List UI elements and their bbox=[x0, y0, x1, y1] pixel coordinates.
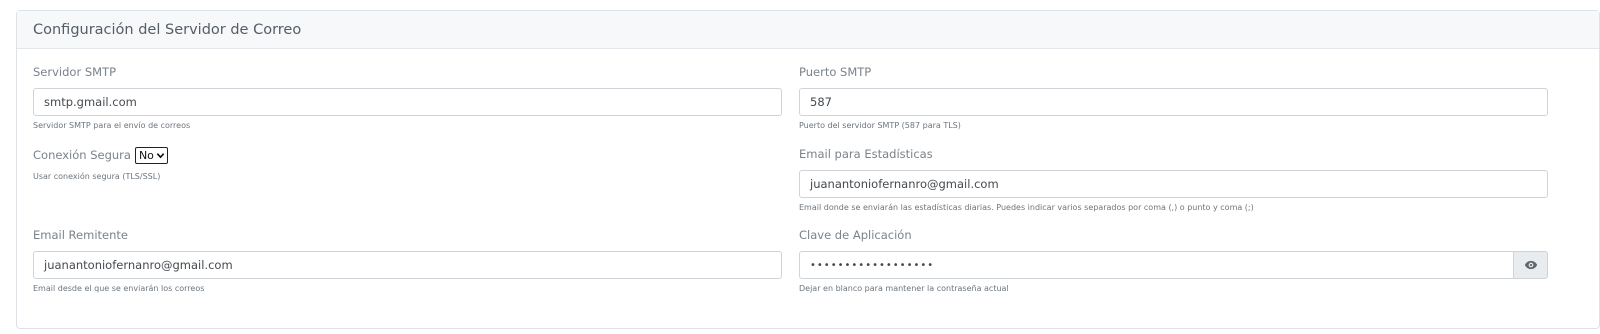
stats-email-input[interactable]: juanantoniofernanro@gmail.com bbox=[799, 170, 1548, 198]
secure-connection-selected: No bbox=[138, 148, 154, 162]
stats-email-help: Email donde se enviarán las estadísticas… bbox=[799, 203, 1254, 212]
toggle-password-button[interactable] bbox=[1514, 251, 1548, 279]
secure-connection-select[interactable]: No bbox=[134, 146, 168, 164]
eye-icon bbox=[1524, 260, 1537, 270]
smtp-port-help: Puerto del servidor SMTP (587 para TLS) bbox=[799, 121, 961, 130]
app-password-group: •••••••••••••••••• bbox=[799, 251, 1548, 279]
sender-email-label: Email Remitente bbox=[33, 228, 128, 242]
smtp-server-label: Servidor SMTP bbox=[33, 65, 117, 79]
secure-connection-field: Conexión Segura No Usar conexión segura … bbox=[33, 145, 782, 183]
smtp-port-label: Puerto SMTP bbox=[799, 65, 872, 79]
smtp-port-field: Puerto SMTP 587 Puerto del servidor SMTP… bbox=[799, 64, 1548, 132]
app-password-help: Dejar en blanco para mantener la contras… bbox=[799, 284, 1009, 293]
card-title: Configuración del Servidor de Correo bbox=[33, 21, 302, 38]
secure-connection-label: Conexión Segura bbox=[33, 148, 131, 162]
smtp-server-input[interactable]: smtp.gmail.com bbox=[33, 88, 782, 116]
smtp-server-help: Servidor SMTP para el envío de correos bbox=[33, 121, 191, 130]
app-password-input[interactable]: •••••••••••••••••• bbox=[799, 251, 1514, 279]
sender-email-help: Email desde el que se enviarán los corre… bbox=[33, 284, 205, 293]
smtp-server-field: Servidor SMTP smtp.gmail.com Servidor SM… bbox=[33, 64, 782, 132]
card-header: Configuración del Servidor de Correo bbox=[17, 11, 1599, 49]
sender-email-field: Email Remitente juanantoniofernanro@gmai… bbox=[33, 227, 782, 295]
app-password-label: Clave de Aplicación bbox=[799, 228, 912, 242]
stats-email-field: Email para Estadísticas juanantonioferna… bbox=[799, 146, 1548, 214]
secure-connection-help: Usar conexión segura (TLS/SSL) bbox=[33, 172, 161, 181]
smtp-port-input[interactable]: 587 bbox=[799, 88, 1548, 116]
sender-email-input[interactable]: juanantoniofernanro@gmail.com bbox=[33, 251, 782, 279]
chevron-down-icon bbox=[156, 152, 165, 158]
mail-server-settings-card: Configuración del Servidor de Correo Ser… bbox=[16, 10, 1600, 329]
app-password-field: Clave de Aplicación •••••••••••••••••• D… bbox=[799, 227, 1548, 295]
stats-email-label: Email para Estadísticas bbox=[799, 147, 933, 161]
